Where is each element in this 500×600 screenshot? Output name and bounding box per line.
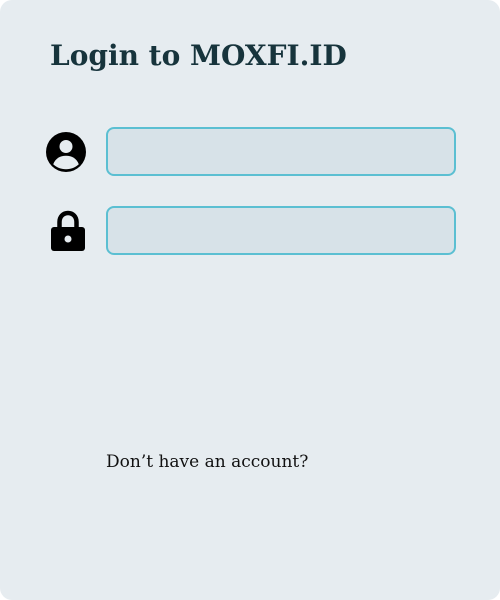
user-circle-icon <box>45 131 87 173</box>
login-card: Login to MOXFI.ID Don’t have an account? <box>0 0 500 600</box>
signup-prompt-link[interactable]: Don’t have an account? <box>106 450 308 474</box>
password-field[interactable] <box>106 206 456 255</box>
lock-icon <box>47 209 89 251</box>
username-field[interactable] <box>106 127 456 176</box>
page-title: Login to MOXFI.ID <box>50 39 347 72</box>
